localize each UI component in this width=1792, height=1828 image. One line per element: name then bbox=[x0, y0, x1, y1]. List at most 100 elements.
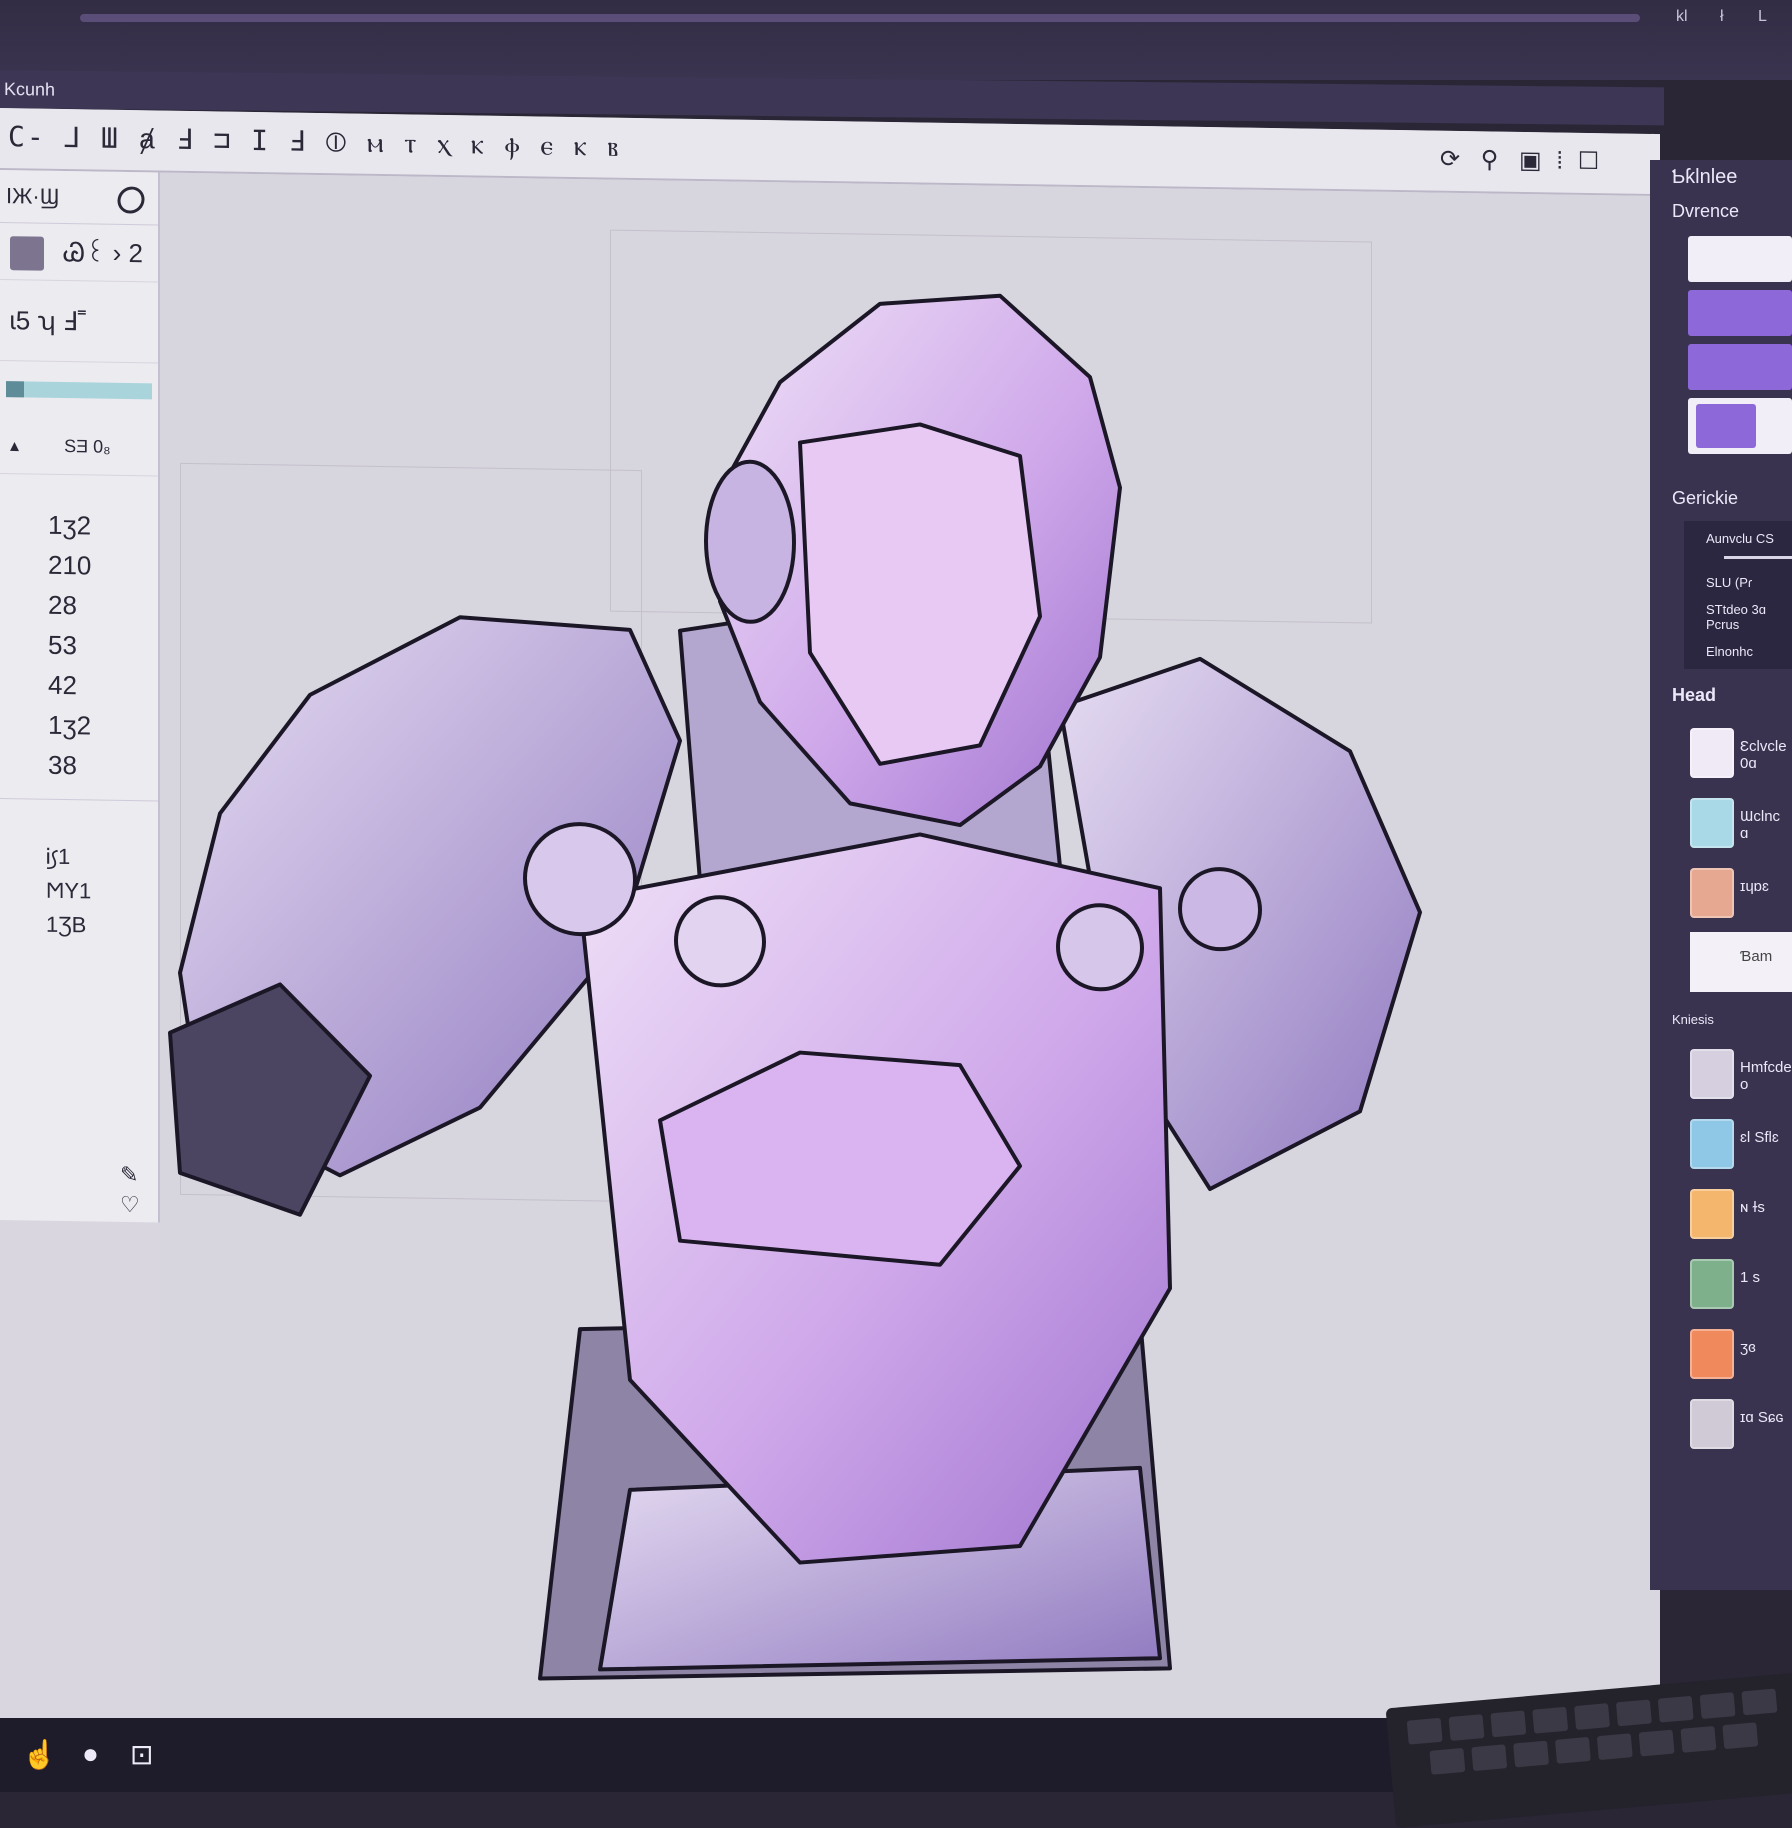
brush-label: Ꮚ꒰ › 2 bbox=[63, 236, 144, 269]
layer-item[interactable]: Hmfcde o bbox=[1690, 1043, 1792, 1103]
panel-title: Ƅƙlnlee bbox=[1672, 166, 1738, 188]
hand-icon[interactable]: ☝ bbox=[22, 1738, 57, 1771]
brush-icon bbox=[10, 236, 44, 271]
layer-name: 1 s bbox=[1740, 1269, 1761, 1286]
opacity-row[interactable]: ▴ SƎ 0₈ bbox=[0, 417, 158, 477]
key bbox=[1490, 1710, 1527, 1738]
pen-icon[interactable]: ✎ bbox=[120, 1162, 138, 1188]
layer-item[interactable]: ɪɥɒɛ bbox=[1690, 862, 1792, 922]
value-6[interactable]: 1ʒ2 bbox=[0, 704, 158, 746]
layer-name: Ɓam bbox=[1740, 948, 1773, 965]
layer-item[interactable]: ɪɑ Sɕɢ bbox=[1690, 1393, 1792, 1453]
layer-thumbnail bbox=[1690, 798, 1734, 848]
sub-value-3[interactable]: 1ƷB bbox=[0, 907, 158, 943]
layer-name: ɪɑ Sɕɢ bbox=[1740, 1409, 1784, 1426]
layer-name: ɴ ɫs bbox=[1740, 1199, 1765, 1216]
layer-item[interactable]: ʒɞ bbox=[1690, 1323, 1792, 1383]
bolt-center bbox=[674, 895, 766, 988]
apple-icon[interactable]: ● bbox=[82, 1738, 99, 1770]
value-5[interactable]: 42 bbox=[0, 664, 158, 706]
bolt-left bbox=[523, 822, 637, 937]
armor-illustration bbox=[168, 293, 1422, 1681]
tool-strip[interactable]: C- ⅃ Ш ⱥ Ⅎ ⊐ Ι Ⅎ ⦶ ⲙ ⲧ ⲭ ⲕ ⲫ ⲉ ⲕ ⲃ bbox=[8, 120, 620, 165]
layer-thumbnail bbox=[1690, 1329, 1734, 1379]
pin-icon[interactable]: ł bbox=[1720, 8, 1724, 26]
prop-1[interactable]: Aunvclu CS bbox=[1684, 525, 1792, 552]
monitor-bezel: kl ł L bbox=[0, 0, 1792, 80]
toolbar-right-icons: ⟳ ⚲ ▣ ⁞ ☐ bbox=[1440, 145, 1599, 177]
key bbox=[1596, 1733, 1633, 1761]
close-icon[interactable]: L bbox=[1758, 8, 1767, 26]
brush-row[interactable]: Ꮚ꒰ › 2 bbox=[0, 223, 158, 283]
heart-icon[interactable]: ♡ bbox=[120, 1192, 140, 1218]
layer-name: Hmfcde o bbox=[1740, 1059, 1792, 1093]
divider bbox=[0, 798, 158, 842]
value-7[interactable]: 38 bbox=[0, 744, 158, 786]
layer-item-selected[interactable]: Ɓam bbox=[1690, 932, 1792, 992]
section-label-4: Kniesis bbox=[1672, 1012, 1714, 1027]
key bbox=[1448, 1714, 1485, 1741]
square-icon[interactable]: ☐ bbox=[1578, 148, 1600, 175]
panel-header: IЖ·Ϣ bbox=[0, 170, 158, 226]
section-label-3: Head bbox=[1672, 685, 1717, 705]
frame-icon[interactable]: ▣ bbox=[1519, 147, 1542, 174]
layer-item[interactable]: ɴ ɫs bbox=[1690, 1183, 1792, 1243]
folder-icon[interactable]: ⊡ bbox=[130, 1738, 153, 1771]
size-row[interactable]: ɩ5 ʮ Ⅎ˭ bbox=[0, 280, 158, 364]
helmet-ear bbox=[704, 459, 796, 624]
layer-name: Ɯclnc ɑ bbox=[1740, 808, 1781, 842]
key bbox=[1429, 1747, 1466, 1775]
blend-mode-button[interactable] bbox=[1688, 236, 1792, 282]
layer-item[interactable]: 1 s bbox=[1690, 1253, 1792, 1313]
layer-name: ʒɞ bbox=[1740, 1339, 1756, 1356]
key bbox=[1513, 1740, 1550, 1768]
lasso-icon[interactable]: ⟳ bbox=[1440, 146, 1460, 173]
prop-2[interactable]: SLU (Pɾ bbox=[1684, 569, 1792, 596]
layer-item[interactable]: Ɯclnc ɑ bbox=[1690, 792, 1792, 852]
key bbox=[1699, 1692, 1736, 1720]
pin-icon[interactable]: ⚲ bbox=[1481, 146, 1499, 173]
prop-3[interactable]: STtdeo 3ɑ Pcrus bbox=[1684, 596, 1792, 638]
drop-icon: ▴ bbox=[10, 435, 20, 456]
value-4[interactable]: 53 bbox=[0, 624, 158, 666]
key bbox=[1532, 1706, 1569, 1734]
value-1[interactable]: 1ʒ2 bbox=[0, 504, 158, 546]
layer-thumbnail bbox=[1690, 1119, 1734, 1169]
layer-item[interactable]: ɛl Sflɛ bbox=[1690, 1113, 1792, 1173]
key bbox=[1406, 1717, 1443, 1745]
primary-action-button-2[interactable] bbox=[1688, 344, 1792, 390]
layer-thumbnail bbox=[1690, 1049, 1734, 1099]
layer-name: ɛl Sflɛ bbox=[1740, 1129, 1779, 1146]
key bbox=[1722, 1722, 1759, 1750]
key bbox=[1741, 1688, 1778, 1716]
minimize-icon[interactable]: kl bbox=[1676, 8, 1688, 26]
bolt-right bbox=[1056, 903, 1144, 992]
value-2[interactable]: 210 bbox=[0, 544, 158, 586]
layer-item[interactable]: Ɛclvcle 0ɑ bbox=[1690, 722, 1792, 782]
layers-panel: Ƅƙlnlee Dvrence Gerickie Aunvclu CS SLU … bbox=[1650, 160, 1792, 1590]
rotate-icon[interactable] bbox=[111, 180, 151, 220]
app-window: C- ⅃ Ш ⱥ Ⅎ ⊐ Ι Ⅎ ⦶ ⲙ ⲧ ⲭ ⲕ ⲫ ⲉ ⲕ ⲃ ⟳ ⚲ ▣… bbox=[0, 108, 1660, 1745]
brush-preview-swatch bbox=[1696, 404, 1756, 448]
opacity-slider[interactable] bbox=[6, 381, 152, 400]
scroll-track bbox=[80, 14, 1640, 22]
key bbox=[1657, 1695, 1694, 1723]
layer-icon[interactable]: ⁞ bbox=[1556, 147, 1563, 174]
prop-slider[interactable] bbox=[1724, 556, 1792, 559]
layer-name: ɪɥɒɛ bbox=[1740, 878, 1769, 895]
drawing-canvas[interactable] bbox=[160, 172, 1650, 1744]
brush-preview-button[interactable] bbox=[1688, 398, 1792, 454]
key bbox=[1615, 1699, 1652, 1727]
prop-4[interactable]: Elnonhc bbox=[1684, 638, 1792, 665]
key bbox=[1638, 1729, 1675, 1757]
value-3[interactable]: 28 bbox=[0, 584, 158, 626]
sub-value-1[interactable]: Ꭵ꠹1 bbox=[0, 839, 158, 875]
panel-header-label: IЖ·Ϣ bbox=[6, 183, 60, 209]
sub-value-2[interactable]: ϺΥ1 bbox=[0, 873, 158, 909]
bolt-far-right bbox=[1178, 867, 1262, 952]
primary-action-button-1[interactable] bbox=[1688, 290, 1792, 336]
tool-properties-panel: IЖ·Ϣ Ꮚ꒰ › 2 ɩ5 ʮ Ⅎ˭ ▴ SƎ 0₈ 1ʒ2 210 28 5… bbox=[0, 170, 160, 1223]
section-label-2: Gerickie bbox=[1672, 488, 1739, 508]
opacity-label: SƎ 0₈ bbox=[64, 436, 111, 457]
